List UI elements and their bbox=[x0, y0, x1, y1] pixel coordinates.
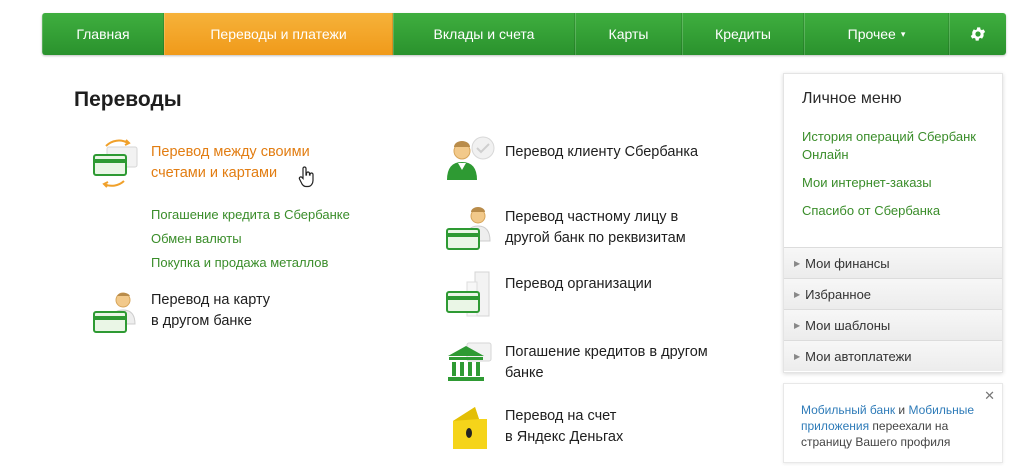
hand-cursor-icon bbox=[298, 165, 316, 189]
gear-icon bbox=[970, 27, 986, 41]
nav-item-deposits-accounts[interactable]: Вклады и счета bbox=[393, 13, 575, 55]
nav-item-transfers-payments[interactable]: Переводы и платежи bbox=[164, 13, 393, 55]
own-accounts-sub-links: Погашение кредита в Сбербанке Обмен валю… bbox=[151, 203, 350, 275]
mobile-bank-notice: ✕ Мобильный банк и Мобильные приложения … bbox=[783, 383, 1003, 463]
chevron-down-icon: ▾ bbox=[900, 28, 906, 39]
nav-item-home[interactable]: Главная bbox=[42, 13, 164, 55]
menu-section-label: Избранное bbox=[805, 286, 872, 302]
building-card-icon bbox=[445, 270, 495, 320]
settings-button[interactable] bbox=[949, 13, 1006, 55]
notice-and: и bbox=[895, 403, 909, 417]
link-line: Перевод клиенту Сбербанка bbox=[505, 144, 699, 160]
menu-section-templates[interactable]: ▶ Мои шаблоны bbox=[784, 309, 1002, 340]
transfer-own-accounts-link[interactable]: Перевод между своими счетами и картами bbox=[151, 144, 310, 181]
link-line: в другом банке bbox=[151, 313, 252, 329]
mobile-bank-link[interactable]: Мобильный банк bbox=[801, 403, 895, 417]
menu-section-label: Мои финансы bbox=[805, 255, 890, 271]
triangle-right-icon: ▶ bbox=[794, 289, 801, 299]
link-line: Перевод на счет bbox=[505, 408, 617, 424]
link-line: в Яндекс Деньгах bbox=[505, 429, 624, 445]
menu-section-finances[interactable]: ▶ Мои финансы bbox=[784, 247, 1002, 278]
link-line: Перевод организации bbox=[505, 276, 652, 292]
triangle-right-icon: ▶ bbox=[794, 258, 801, 268]
menu-section-autopayments[interactable]: ▶ Мои автоплатежи bbox=[784, 340, 1002, 371]
transfer-private-person[interactable]: Перевод частному лицу в другой банк по р… bbox=[445, 205, 686, 255]
menu-section-label: Мои шаблоны bbox=[805, 317, 891, 333]
triangle-right-icon: ▶ bbox=[794, 320, 801, 330]
nav-label: Кредиты bbox=[715, 26, 771, 42]
transfer-private-person-link[interactable]: Перевод частному лицу в другой банк по р… bbox=[505, 209, 686, 246]
metals-trading-link[interactable]: Покупка и продажа металлов bbox=[151, 251, 350, 275]
link-line: Перевод между своими bbox=[151, 144, 310, 160]
personal-menu-title: Личное меню bbox=[802, 90, 902, 107]
transfer-own-accounts[interactable]: Перевод между своими счетами и картами bbox=[92, 138, 310, 188]
link-line: Перевод частному лицу в bbox=[505, 209, 679, 225]
nav-label: Прочее bbox=[847, 26, 896, 42]
spasibo-link[interactable]: Спасибо от Сбербанка bbox=[802, 202, 997, 220]
menu-section-label: Мои автоплатежи bbox=[805, 348, 912, 364]
operations-history-link[interactable]: История операций Сбербанк Онлайн bbox=[802, 128, 997, 164]
main-navigation: Главная Переводы и платежи Вклады и счет… bbox=[42, 13, 1006, 55]
transfer-yandex-money-link[interactable]: Перевод на счет в Яндекс Деньгах bbox=[505, 408, 623, 445]
transfer-organization[interactable]: Перевод организации bbox=[445, 270, 652, 320]
person-card-icon bbox=[445, 205, 495, 255]
nav-label: Карты bbox=[608, 26, 649, 42]
link-line: счетами и картами bbox=[151, 165, 278, 181]
yandex-wallet-icon bbox=[445, 403, 495, 453]
transfer-sber-client[interactable]: Перевод клиенту Сбербанка bbox=[445, 134, 698, 184]
currency-exchange-link[interactable]: Обмен валюты bbox=[151, 227, 350, 251]
nav-label: Вклады и счета bbox=[433, 26, 535, 42]
card-exchange-icon bbox=[92, 138, 142, 188]
nav-item-other[interactable]: Прочее ▾ bbox=[804, 13, 949, 55]
person-card-icon bbox=[92, 290, 142, 340]
menu-section-favorites[interactable]: ▶ Избранное bbox=[784, 278, 1002, 309]
transfer-card-other-bank[interactable]: Перевод на карту в другом банке bbox=[92, 290, 270, 340]
triangle-right-icon: ▶ bbox=[794, 351, 801, 361]
transfer-sber-client-link[interactable]: Перевод клиенту Сбербанка bbox=[505, 144, 698, 160]
sber-client-icon bbox=[445, 134, 495, 184]
personal-menu: Личное меню История операций Сбербанк Он… bbox=[783, 73, 1003, 373]
nav-item-cards[interactable]: Карты bbox=[575, 13, 682, 55]
notice-text: Мобильный банк и Мобильные приложения пе… bbox=[801, 402, 991, 450]
link-line: Погашение кредитов в другом bbox=[505, 344, 708, 360]
bank-building-icon bbox=[445, 340, 495, 390]
link-line: Перевод на карту bbox=[151, 292, 271, 308]
transfer-organization-link[interactable]: Перевод организации bbox=[505, 276, 652, 292]
loan-repayment-other-bank-link[interactable]: Погашение кредитов в другом банке bbox=[505, 344, 708, 381]
transfer-card-other-bank-link[interactable]: Перевод на карту в другом банке bbox=[151, 292, 270, 329]
nav-label: Переводы и платежи bbox=[210, 26, 347, 42]
transfer-yandex-money[interactable]: Перевод на счет в Яндекс Деньгах bbox=[445, 403, 623, 453]
nav-label: Главная bbox=[76, 26, 130, 42]
link-line: банке bbox=[505, 365, 544, 381]
page-title: Переводы bbox=[74, 88, 182, 111]
loan-repayment-other-bank[interactable]: Погашение кредитов в другом банке bbox=[445, 340, 708, 390]
internet-orders-link[interactable]: Мои интернет-заказы bbox=[802, 174, 997, 192]
loan-repayment-sber-link[interactable]: Погашение кредита в Сбербанке bbox=[151, 203, 350, 227]
nav-item-credits[interactable]: Кредиты bbox=[682, 13, 804, 55]
link-line: другой банк по реквизитам bbox=[505, 230, 686, 246]
